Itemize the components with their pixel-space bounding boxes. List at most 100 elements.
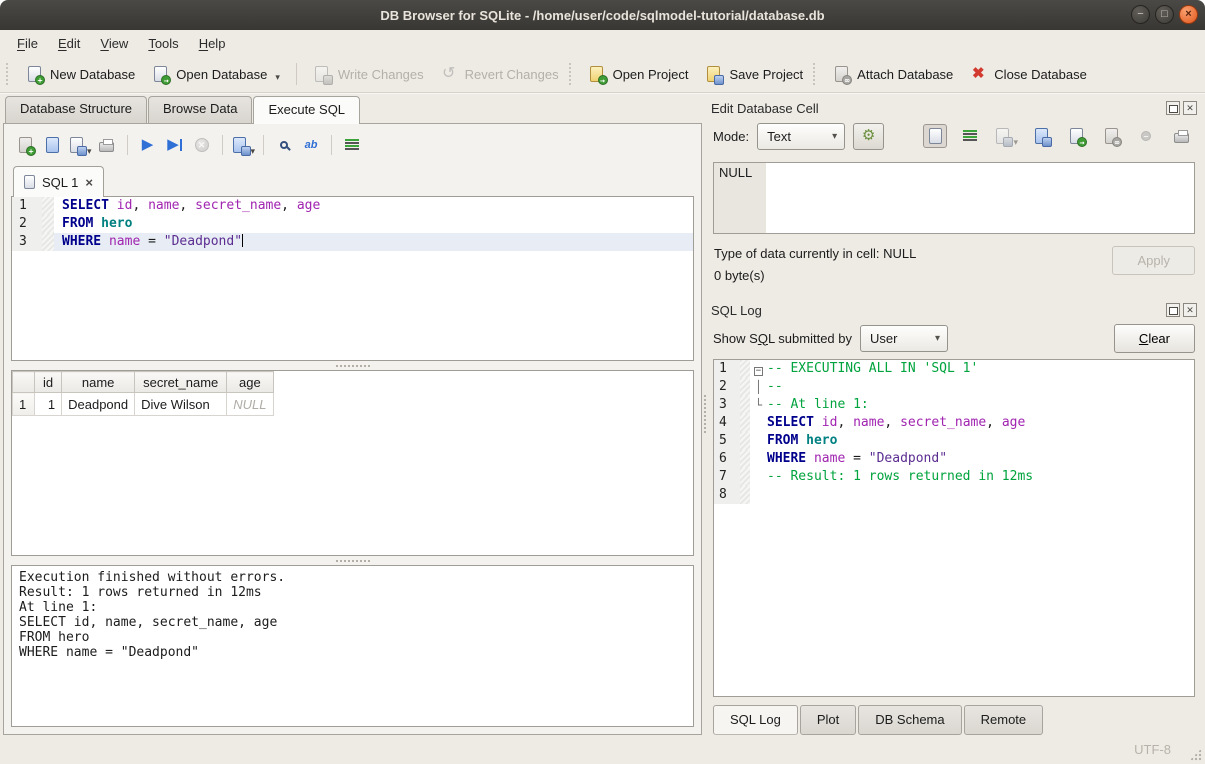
cell[interactable]: Dive Wilson (135, 393, 227, 416)
chevron-down-icon[interactable]: ▾ (87, 146, 92, 157)
text-mode-button[interactable] (923, 124, 947, 148)
log-line[interactable]: 5FROM hero (714, 432, 1194, 450)
format-sql-button[interactable]: ab (299, 133, 323, 157)
submitter-select[interactable]: User ▾ (860, 325, 948, 352)
format-sql-icon: ab (302, 137, 320, 154)
column-header-id[interactable]: id (35, 372, 62, 393)
cell-settings-button[interactable]: ⚙ (853, 123, 884, 150)
execute-line-button[interactable]: ▶ (163, 133, 187, 157)
log-line[interactable]: 2│-- (714, 378, 1194, 396)
export-data-button[interactable]: → (1064, 124, 1088, 148)
cell[interactable]: 1 (35, 393, 62, 416)
log-line[interactable]: 8 (714, 486, 1194, 504)
save-project-button[interactable]: Save Project (696, 61, 811, 88)
cell-mode-row: Mode: Text ▾ ⚙ ▾→∞− (711, 119, 1197, 157)
column-header-age[interactable]: age (227, 372, 273, 393)
new-sql-tab-button[interactable]: + (13, 133, 37, 157)
results-grid[interactable]: idnamesecret_nameage11DeadpondDive Wilso… (11, 370, 694, 556)
log-line[interactable]: 4 SELECT id, name, secret_name, age (714, 414, 1194, 432)
corner-header[interactable] (13, 372, 35, 393)
chevron-down-icon[interactable]: ▾ (251, 146, 256, 157)
menu-view[interactable]: View (91, 33, 137, 54)
titlebar[interactable]: DB Browser for SQLite - /home/user/code/… (0, 0, 1205, 30)
log-line[interactable]: 3└-- At line 1: (714, 396, 1194, 414)
resize-grip-icon[interactable] (1189, 748, 1202, 761)
fold-margin (740, 432, 750, 450)
open-project-icon: → (588, 66, 606, 83)
save-project-icon (704, 66, 722, 83)
tab-browse-data[interactable]: Browse Data (148, 96, 252, 123)
splitter-editor-results[interactable] (11, 361, 694, 370)
line-number: 8 (714, 486, 740, 504)
code-text: SELECT id, name, secret_name, age (767, 414, 1025, 432)
cell[interactable]: NULL (227, 393, 273, 416)
line-number: 4 (714, 414, 740, 432)
log-line[interactable]: 6WHERE name = "Deadpond" (714, 450, 1194, 468)
execute-all-button[interactable]: ▶ (136, 133, 160, 157)
fold-margin (740, 360, 750, 378)
column-header-secret-name[interactable]: secret_name (135, 372, 227, 393)
code-text: -- Result: 1 rows returned in 12ms (767, 468, 1033, 486)
fold-collapse-icon[interactable]: − (750, 360, 767, 378)
import-data-button[interactable] (1029, 124, 1053, 148)
open-project-button[interactable]: →Open Project (580, 61, 697, 88)
splitter-results-log[interactable] (11, 556, 694, 565)
print-cell-button[interactable] (1169, 124, 1193, 148)
save-results-button[interactable]: ▾ (231, 133, 256, 157)
editor-line[interactable]: 2FROM hero (12, 215, 693, 233)
close-button[interactable]: × (1179, 5, 1198, 24)
close-dock-icon[interactable]: ✕ (1183, 303, 1197, 317)
menu-help[interactable]: Help (190, 33, 235, 54)
save-sql-file-button[interactable]: ▾ (67, 133, 92, 157)
undock-icon[interactable] (1166, 101, 1180, 115)
code-text: FROM hero (54, 215, 693, 233)
find-button[interactable] (272, 133, 296, 157)
mode-select[interactable]: Text ▾ (757, 123, 845, 150)
chevron-down-icon[interactable]: ▾ (275, 72, 280, 83)
right-pane: Edit Database Cell ✕ Mode: Text ▾ ⚙ ▾→∞−… (708, 93, 1205, 735)
sql-log-view[interactable]: 1−-- EXECUTING ALL IN 'SQL 1'2│--3└-- At… (713, 359, 1195, 697)
close-database-button[interactable]: ✖Close Database (961, 61, 1095, 88)
new-sql-tab-icon: + (16, 137, 34, 154)
open-database-button[interactable]: →Open Database▾ (143, 61, 288, 88)
auto-indent-button[interactable] (958, 124, 982, 148)
menu-tools[interactable]: Tools (139, 33, 187, 54)
menu-file[interactable]: File (8, 33, 47, 54)
editor-line[interactable]: 1SELECT id, name, secret_name, age (12, 197, 693, 215)
minimize-button[interactable]: − (1131, 5, 1150, 24)
log-line[interactable]: 7-- Result: 1 rows returned in 12ms (714, 468, 1194, 486)
dock-tab-remote[interactable]: Remote (964, 705, 1044, 735)
print-button[interactable] (95, 133, 119, 157)
fold-margin (740, 378, 750, 396)
toggle-comment-button[interactable] (340, 133, 364, 157)
dock-tab-plot[interactable]: Plot (800, 705, 856, 735)
row-header[interactable]: 1 (13, 393, 35, 416)
open-sql-file-button[interactable] (40, 133, 64, 157)
menu-edit[interactable]: Edit (49, 33, 89, 54)
editor-line[interactable]: 3WHERE name = "Deadpond" (12, 233, 693, 251)
undock-icon[interactable] (1166, 303, 1180, 317)
dock-tab-sql-log[interactable]: SQL Log (713, 705, 798, 735)
sql-editor[interactable]: 1SELECT id, name, secret_name, age2FROM … (11, 196, 694, 361)
sql-file-icon (24, 175, 35, 189)
tab-execute-sql[interactable]: Execute SQL (253, 96, 360, 124)
execution-log[interactable]: Execution finished without errors. Resul… (11, 565, 694, 727)
toolbar-grip (6, 63, 11, 85)
dock-tab-db-schema[interactable]: DB Schema (858, 705, 961, 735)
column-header-name[interactable]: name (62, 372, 135, 393)
sql-1-tab[interactable]: SQL 1 × (13, 166, 104, 197)
cell-editor-box[interactable]: NULL (713, 162, 1195, 234)
cell[interactable]: Deadpond (62, 393, 135, 416)
tab-database-structure[interactable]: Database Structure (5, 96, 147, 123)
main-toolbar: +New Database→Open Database▾Write Change… (0, 56, 1205, 93)
close-tab-icon[interactable]: × (85, 175, 93, 190)
table-row[interactable]: 11DeadpondDive WilsonNULL (13, 393, 274, 416)
new-database-icon: + (25, 66, 43, 83)
log-line[interactable]: 1−-- EXECUTING ALL IN 'SQL 1' (714, 360, 1194, 378)
attach-database-button[interactable]: ∞Attach Database (824, 61, 961, 88)
new-database-button[interactable]: +New Database (17, 61, 143, 88)
maximize-button[interactable]: □ (1155, 5, 1174, 24)
clear-button[interactable]: Clear (1114, 324, 1195, 353)
open-in-app-button[interactable]: ∞ (1099, 124, 1123, 148)
close-dock-icon[interactable]: ✕ (1183, 101, 1197, 115)
